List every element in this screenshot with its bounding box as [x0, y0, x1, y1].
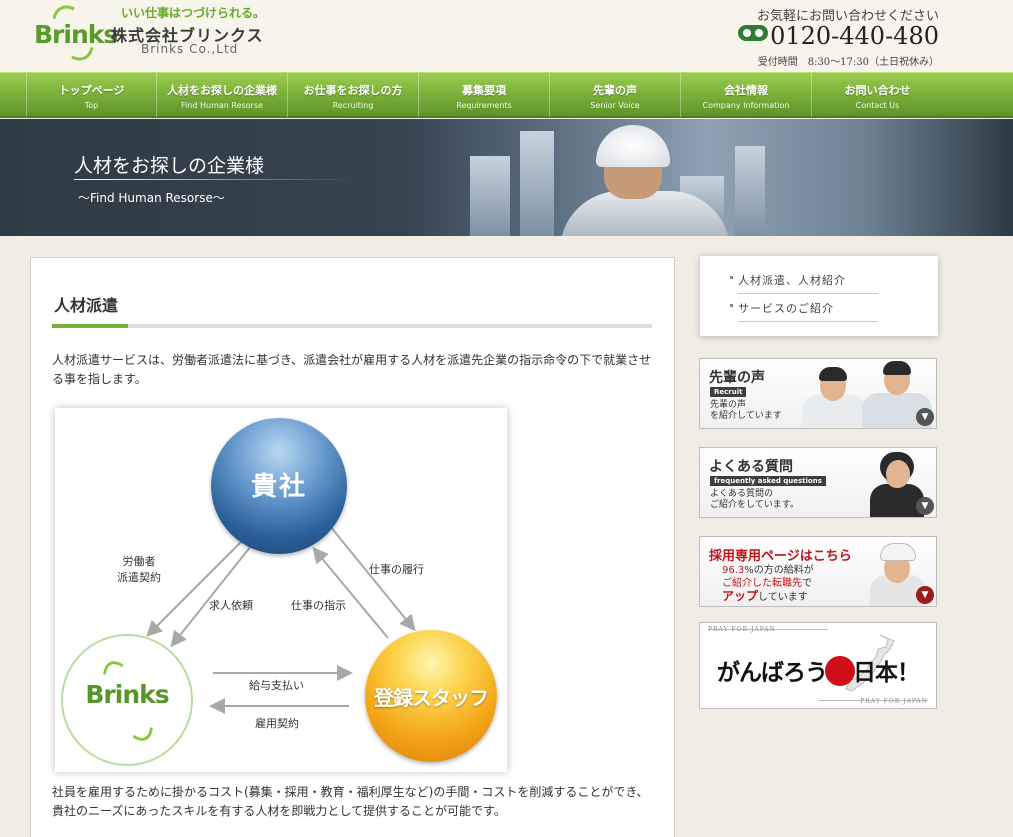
nav-sublabel: Requirements — [456, 101, 512, 110]
phone-text: 0120-440-480 — [770, 22, 939, 50]
nav-sublabel: Top — [84, 101, 99, 110]
pray-text-b: 日本！ — [853, 659, 920, 686]
nav-item-company[interactable]: 会社情報 Company Information — [681, 73, 812, 117]
page-subtitle: 〜Find Human Resorse〜 — [78, 191, 225, 205]
hero-worker-image — [560, 119, 730, 236]
hero-divider — [74, 179, 354, 180]
nav-label: 先輩の声 — [593, 84, 637, 97]
freedial-icon — [738, 25, 769, 41]
hero-building — [520, 131, 554, 236]
dispatch-diagram: 貴社 Brinks 登録スタッフ 労働者派遣契約 求人依頼 仕事の指示 仕事の履… — [55, 408, 507, 772]
banner-desc-line: %の方の給料が — [744, 565, 814, 576]
nav-sublabel: Company Information — [702, 101, 790, 110]
nav-item-find-human[interactable]: 人材をお探しの企業様 Find Human Resorse — [157, 73, 288, 117]
nav-sublabel: Senior Voice — [590, 101, 640, 110]
nav-sublabel: Contact Us — [855, 101, 900, 110]
node-label: 登録スタッフ — [374, 686, 489, 710]
label-line: 労働者 — [122, 555, 156, 568]
nav-label: 募集要項 — [462, 84, 506, 97]
company-logo[interactable]: Brinks いい仕事はつづけられる。 株式会社ブリンクス Brinks Co.… — [30, 0, 280, 68]
hero-building — [470, 156, 510, 236]
banner-desc-line: ご紹介をしています。 — [710, 500, 799, 510]
nav-item-senior-voice[interactable]: 先輩の声 Senior Voice — [550, 73, 681, 117]
banner-desc-line: しています — [758, 592, 808, 603]
phone-number[interactable]: 0120-440-480 — [738, 22, 939, 50]
banner-desc-line: 先輩の声 — [710, 400, 747, 410]
chevron-down-icon: ▼ — [916, 586, 934, 604]
nav-label: 人材をお探しの企業様 — [167, 84, 277, 97]
banner-title: よくある質問 — [709, 459, 793, 475]
banner-desc-line: よくある質問の — [710, 489, 774, 499]
banner-desc-highlight: ご紹介した転職先 — [722, 578, 802, 589]
arrow-contract — [146, 523, 260, 637]
hero-banner: 人材をお探しの企業様 〜Find Human Resorse〜 — [0, 119, 1013, 236]
site-header: Brinks いい仕事はつづけられる。 株式会社ブリンクス Brinks Co.… — [0, 0, 1013, 72]
banner-tag: frequently asked questions — [710, 476, 826, 486]
node-registered-staff: 登録スタッフ — [365, 630, 497, 762]
banner-desc: 96.3%の方の給料が ご紹介した転職先で アップしています — [722, 564, 814, 604]
banner-recruit[interactable]: 採用専用ページはこちら 96.3%の方の給料が ご紹介した転職先で アップしてい… — [699, 536, 937, 607]
nav-sublabel: Find Human Resorse — [181, 101, 263, 110]
label-work-instruction: 仕事の指示 — [291, 599, 346, 612]
section-title: 人材派遣 — [54, 296, 119, 315]
nav-item-contact[interactable]: お問い合わせ Contact Us — [812, 73, 943, 117]
logo-mark: Brinks — [34, 20, 118, 49]
nav-label: お問い合わせ — [844, 84, 911, 97]
node-label: Brinks — [85, 680, 169, 709]
banner-faq[interactable]: よくある質問 frequently asked questions よくある質問… — [699, 447, 937, 518]
banner-title: 採用専用ページはこちら — [709, 549, 852, 564]
banner-title: 先輩の声 — [709, 370, 765, 386]
nav-label: お仕事をお探しの方 — [303, 84, 403, 97]
chevron-down-icon: ▼ — [916, 408, 934, 426]
nav-item-top[interactable]: トップページ Top — [26, 73, 157, 117]
logo-tagline: いい仕事はつづけられる。 — [121, 6, 266, 20]
side-menu-item-services[interactable]: サービスのご紹介 — [730, 300, 878, 322]
intro-text: 人材派遣サービスは、労働者派遣法に基づき、派遣会社が雇用する人材を派遣先企業の指… — [52, 353, 652, 386]
page-title: 人材をお探しの企業様 — [74, 155, 265, 177]
section-divider-accent — [52, 324, 128, 328]
banner-tag: Recruit — [710, 387, 747, 397]
pray-text-a: がんばろう — [717, 659, 828, 686]
banner-percent: 96.3 — [722, 565, 745, 576]
nav-sublabel: Recruiting — [332, 101, 374, 110]
hero-building — [735, 146, 765, 236]
banner-pray-for-japan[interactable]: PRAY FOR JAPAN がんばろう 日本！ PRAY FOR JAPAN — [699, 622, 937, 709]
section-divider — [52, 324, 652, 328]
chevron-down-icon: ▼ — [916, 497, 934, 515]
node-brinks: Brinks — [61, 634, 193, 766]
global-nav: トップページ Top 人材をお探しの企業様 Find Human Resorse お… — [0, 72, 1013, 118]
nav-item-recruiting[interactable]: お仕事をお探しの方 Recruiting — [288, 73, 419, 117]
label-salary-payment: 給与支払い — [249, 679, 304, 692]
main-content: 人材派遣 人材派遣サービスは、労働者派遣法に基づき、派遣会社が雇用する人材を派遣… — [30, 257, 675, 837]
banner-senior-voice[interactable]: 先輩の声 Recruit 先輩の声 を紹介しています ▼ — [699, 358, 937, 429]
nav-item-requirements[interactable]: 募集要項 Requirements — [419, 73, 550, 117]
label-dispatch-contract: 労働者 派遣契約 — [117, 554, 161, 586]
side-menu: 人材派遣、人材紹介 サービスのご紹介 — [700, 256, 938, 336]
pray-message: がんばろう 日本！ — [700, 653, 936, 687]
node-label: 貴社 — [250, 472, 307, 502]
label-job-request: 求人依頼 — [209, 599, 253, 612]
contact-block: お気軽にお問い合わせください 0120-440-480 受付時間 8:30〜17… — [729, 4, 939, 68]
pray-label-top: PRAY FOR JAPAN — [708, 626, 776, 633]
banner-desc: よくある質問の ご紹介をしています。 — [710, 489, 799, 511]
label-employment-contract: 雇用契約 — [255, 717, 299, 730]
side-menu-item-dispatch[interactable]: 人材派遣、人材紹介 — [730, 272, 878, 294]
banner-desc-highlight: アップ — [722, 589, 759, 603]
rising-sun-icon — [825, 656, 855, 686]
banner-desc-line: で — [802, 578, 812, 589]
company-name-en: Brinks Co.,Ltd — [141, 42, 239, 56]
label-line: 派遣契約 — [117, 571, 161, 584]
node-client-company: 貴社 — [211, 418, 347, 554]
business-hours: 受付時間 8:30〜17:30（土日祝休み） — [757, 57, 939, 68]
pray-label-bottom: PRAY FOR JAPAN — [860, 698, 928, 705]
benefit-text: 社員を雇用するために掛かるコスト(募集・採用・教育・福利厚生など)の手間・コスト… — [52, 785, 649, 818]
arrow-request — [170, 545, 252, 648]
banner-desc: 先輩の声 を紹介しています — [710, 400, 782, 422]
banner-desc-line: を紹介しています — [710, 411, 782, 421]
nav-label: トップページ — [58, 84, 125, 97]
nav-label: 会社情報 — [724, 84, 768, 97]
label-work-performance: 仕事の履行 — [369, 563, 424, 576]
